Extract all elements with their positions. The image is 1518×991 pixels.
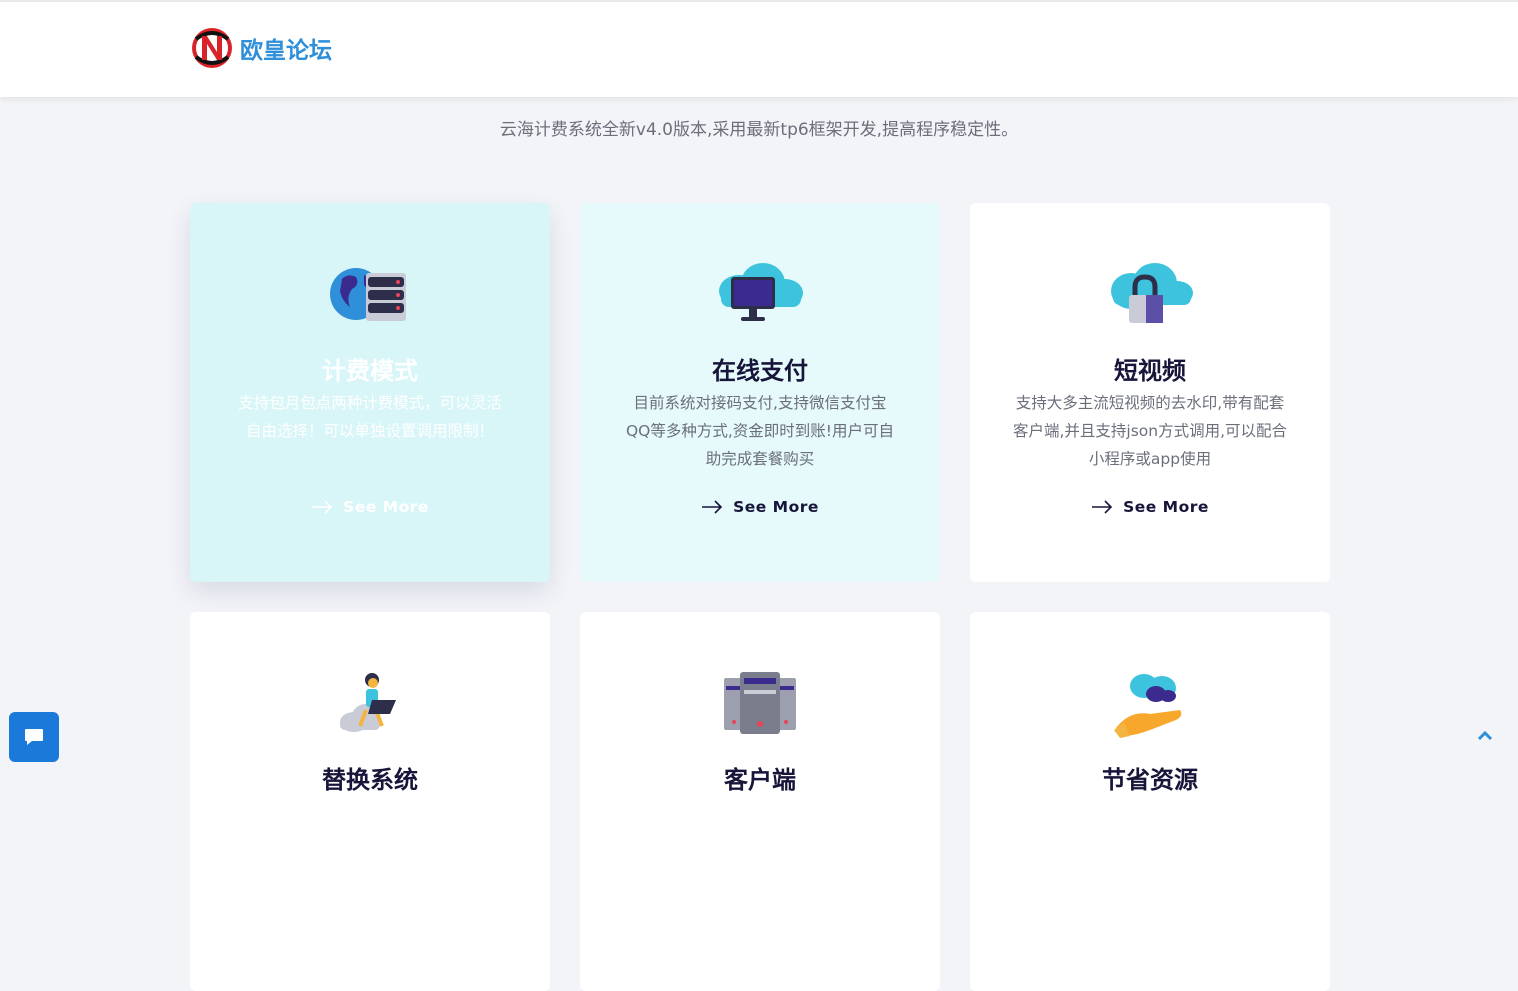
feature-card-payment[interactable]: 在线支付 目前系统对接码支付,支持微信支付宝QQ等多种方式,资金即时到账!用户可… (580, 203, 940, 582)
hand-cloud-icon (1114, 674, 1182, 738)
feature-card-client[interactable]: 客户端 (580, 612, 940, 991)
logo-text: 欧皇论坛 (240, 38, 332, 64)
feature-card-save-resources[interactable]: 节省资源 (970, 612, 1330, 991)
page-subtitle: 云海计费系统全新v4.0版本,采用最新tp6框架开发,提高程序稳定性。 (499, 120, 1019, 140)
arrow-right-icon (312, 500, 333, 514)
feature-card-short-video[interactable]: 短视频 支持大多主流短视频的去水印,带有配套客户端,并且支持json方式调用,可… (970, 203, 1330, 582)
logo-emblem-icon (192, 28, 232, 68)
card-description: 目前系统对接码支付,支持微信支付宝QQ等多种方式,资金即时到账!用户可自助完成套… (625, 394, 895, 468)
arrow-right-icon (1092, 500, 1113, 514)
card-description: 支持包月包点两种计费模式，可以灵活自由选择！可以单独设置调用限制！ (238, 394, 502, 440)
feature-card-replace-system[interactable]: 替换系统 (190, 612, 550, 991)
card-description: 支持大多主流短视频的去水印,带有配套客户端,并且支持json方式调用,可以配合小… (1012, 394, 1288, 468)
back-to-top-button[interactable] (1476, 727, 1494, 745)
site-header: 欧皇论坛 (0, 0, 1518, 97)
card-title: 短视频 (1114, 357, 1186, 385)
see-more-link[interactable]: See More (580, 498, 940, 516)
site-logo[interactable]: 欧皇论坛 (190, 24, 332, 72)
globe-server-icon (330, 268, 406, 321)
chat-button[interactable] (9, 712, 59, 762)
chevron-up-icon (1477, 730, 1493, 741)
see-more-label: See More (1123, 498, 1209, 516)
see-more-link[interactable]: See More (970, 498, 1330, 516)
cloud-lock-icon (1111, 263, 1193, 323)
card-title: 节省资源 (1102, 766, 1198, 794)
server-rack-icon (724, 672, 796, 734)
card-title: 计费模式 (322, 357, 418, 385)
see-more-label: See More (733, 498, 819, 516)
see-more-link[interactable]: See More (190, 498, 550, 516)
person-laptop-icon (340, 673, 396, 732)
feature-card-billing[interactable]: 计费模式 支持包月包点两种计费模式，可以灵活自由选择！可以单独设置调用限制！ S… (190, 203, 550, 582)
arrow-right-icon (702, 500, 723, 514)
card-title: 客户端 (724, 766, 796, 794)
see-more-label: See More (343, 498, 429, 516)
card-title: 替换系统 (322, 766, 418, 794)
cloud-monitor-icon (719, 263, 803, 321)
card-title: 在线支付 (712, 357, 808, 385)
chat-bubble-icon (25, 729, 43, 745)
